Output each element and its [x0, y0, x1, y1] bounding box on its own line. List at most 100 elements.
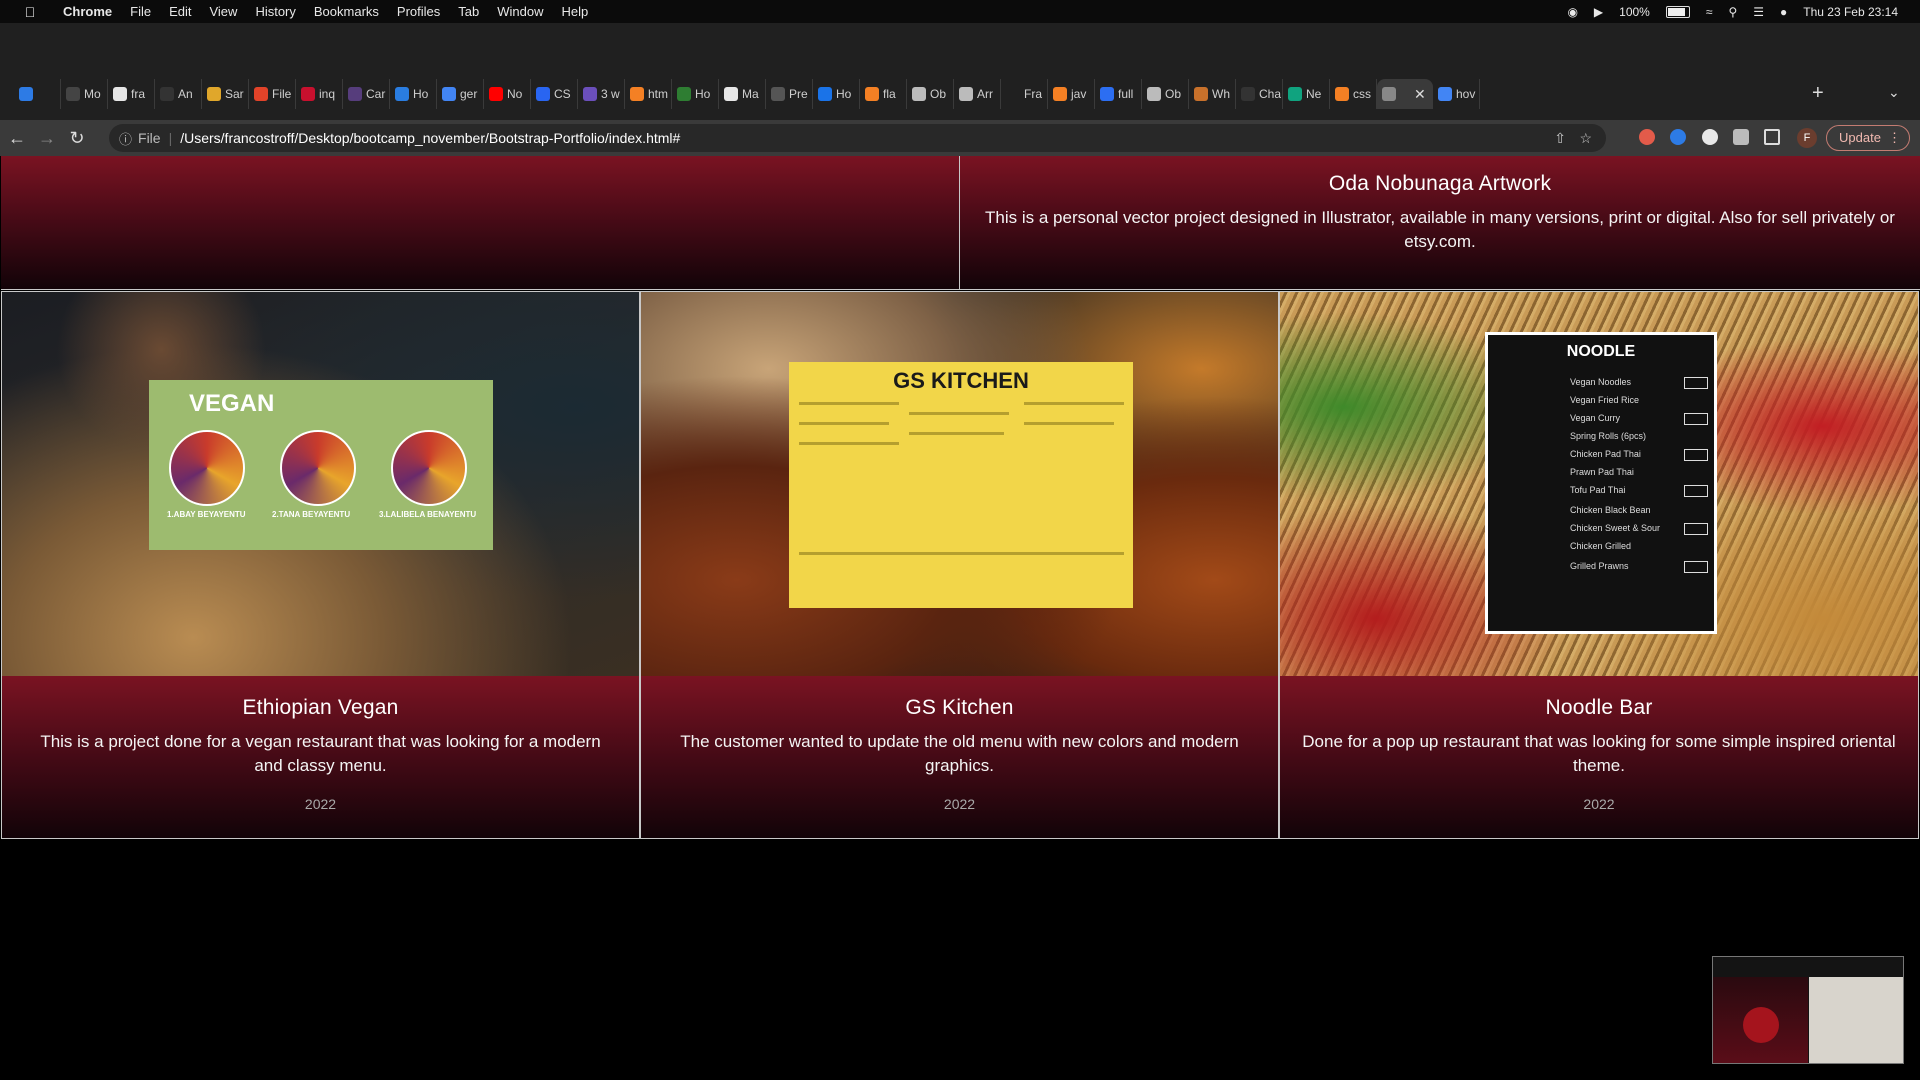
bookmark-star-icon[interactable]: ☆ [1579, 130, 1592, 147]
browser-tab[interactable]: An [155, 79, 202, 109]
clock[interactable]: Thu 23 Feb 23:14 [1803, 5, 1898, 19]
tab-favicon-icon [1100, 87, 1114, 101]
project-description: The customer wanted to update the old me… [680, 732, 1239, 775]
menu-bookmarks[interactable]: Bookmarks [305, 4, 388, 19]
dish-circle [391, 430, 467, 506]
browser-tab[interactable] [14, 79, 61, 109]
menu-item: Grilled Prawns [1570, 561, 1629, 571]
menu-view[interactable]: View [200, 4, 246, 19]
menu-history[interactable]: History [246, 4, 304, 19]
reload-button[interactable]: ↻ [64, 128, 90, 149]
wifi-icon[interactable]: ≈ [1706, 5, 1713, 19]
share-icon[interactable]: ⇧ [1554, 130, 1566, 147]
browser-tab[interactable]: css [1330, 79, 1377, 109]
menu-tab[interactable]: Tab [449, 4, 488, 19]
creative-cloud-icon[interactable]: ◉ [1567, 5, 1577, 19]
browser-tab[interactable]: 3 w [578, 79, 625, 109]
project-card-noodle-bar: NOODLE Vegan Noodles Vegan Fried Rice Ve… [1279, 291, 1919, 839]
tab-title: Ho [695, 87, 711, 101]
tab-favicon-icon [19, 87, 33, 101]
browser-tab[interactable]: ger [437, 79, 484, 109]
browser-tab[interactable]: CS [531, 79, 578, 109]
browser-tab[interactable]: fra [108, 79, 155, 109]
vegan-menu-graphic: VEGAN 1.ABAY BEYAYENTU 2.TANA BEYAYENTU … [149, 380, 493, 550]
browser-tab[interactable]: full [1095, 79, 1142, 109]
browser-tab[interactable]: Pre [766, 79, 813, 109]
puzzle-extensions-icon[interactable] [1733, 129, 1749, 145]
price-box [1684, 485, 1708, 497]
play-icon[interactable]: ▶ [1594, 5, 1603, 19]
dish-name: 2.TANA BEYAYENTU [272, 510, 351, 519]
search-icon[interactable]: ⚲ [1728, 5, 1737, 19]
browser-tab[interactable]: Ho [672, 79, 719, 109]
battery-percent: 100% [1619, 4, 1650, 19]
browser-tab[interactable]: No [484, 79, 531, 109]
side-panel-icon[interactable] [1764, 129, 1780, 145]
screenshot-preview-thumbnail[interactable] [1712, 956, 1904, 1064]
menu-help[interactable]: Help [553, 4, 598, 19]
browser-tab[interactable]: Ma [719, 79, 766, 109]
control-center-icon[interactable]: ☰ [1753, 5, 1764, 19]
tab-title: 3 w [601, 87, 620, 101]
menu-window[interactable]: Window [488, 4, 552, 19]
price-box [1684, 561, 1708, 573]
extension-icon-2[interactable] [1670, 129, 1686, 145]
close-tab-icon[interactable]: ✕ [1414, 86, 1426, 103]
browser-tab[interactable]: ✕ [1377, 79, 1433, 109]
browser-tab[interactable]: Mo [61, 79, 108, 109]
tab-title: Ma [742, 87, 759, 101]
tabs-row: Mo fra An Sar File inq Car Ho ger No CS 3 w htm Ho Ma P… [14, 79, 1480, 109]
menu-edit[interactable]: Edit [160, 4, 200, 19]
url-text[interactable]: /Users/francostroff/Desktop/bootcamp_nov… [180, 130, 680, 146]
project-year: 2022 [943, 796, 976, 812]
browser-tab[interactable]: Wh [1189, 79, 1236, 109]
tab-title: File [272, 87, 292, 101]
extension-icon-1[interactable] [1639, 129, 1655, 145]
address-bar[interactable]: ⓘ File | /Users/francostroff/Desktop/boo… [109, 124, 1606, 152]
extension-icon-3[interactable] [1702, 129, 1718, 145]
back-button[interactable]: ← [4, 128, 30, 149]
browser-tab[interactable]: Ob [1142, 79, 1189, 109]
info-icon[interactable]: ⓘ [119, 129, 132, 148]
menu-profiles[interactable]: Profiles [388, 4, 449, 19]
new-tab-button[interactable]: + [1812, 82, 1824, 105]
app-menus: Chrome File Edit View History Bookmarks … [54, 4, 597, 19]
browser-tab[interactable]: htm [625, 79, 672, 109]
browser-tab[interactable]: fla [860, 79, 907, 109]
browser-tab[interactable]: Ne [1283, 79, 1330, 109]
price-box [1684, 377, 1708, 389]
browser-tab[interactable]: Arr [954, 79, 1001, 109]
siri-icon[interactable]: ● [1780, 5, 1787, 19]
project-description: This is a personal vector project design… [985, 208, 1895, 251]
price-box [1684, 449, 1708, 461]
browser-tab[interactable]: Fra [1001, 79, 1048, 109]
apple-icon[interactable]:  [20, 4, 40, 20]
url-separator: | [168, 130, 173, 146]
browser-tab[interactable]: hov [1433, 79, 1480, 109]
update-button[interactable]: Update ⋮ [1826, 125, 1910, 151]
menu-app-name[interactable]: Chrome [54, 4, 121, 19]
browser-tab[interactable]: inq [296, 79, 343, 109]
browser-tab[interactable]: jav [1048, 79, 1095, 109]
tab-title: CS [554, 87, 571, 101]
tab-search-chevron-icon[interactable]: ⌄ [1888, 84, 1900, 101]
browser-tab[interactable]: Ho [390, 79, 437, 109]
project-title: Ethiopian Vegan [242, 696, 399, 719]
browser-tab[interactable]: Ob [907, 79, 954, 109]
menu-line [1024, 422, 1114, 425]
browser-tab[interactable]: Cha [1236, 79, 1283, 109]
project-title: Noodle Bar [1545, 696, 1653, 719]
tab-title: Ho [413, 87, 429, 101]
browser-tab[interactable]: Car [343, 79, 390, 109]
browser-tab[interactable]: Ho [813, 79, 860, 109]
dish-name: 3.LALIBELA BENAYENTU [379, 510, 477, 519]
browser-tab[interactable]: Sar [202, 79, 249, 109]
browser-tab[interactable]: File [249, 79, 296, 109]
battery-icon[interactable] [1665, 5, 1690, 18]
forward-button[interactable]: → [34, 128, 60, 149]
kebab-menu-icon[interactable]: ⋮ [1888, 126, 1901, 150]
menu-file[interactable]: File [121, 4, 160, 19]
tab-favicon-icon [66, 87, 80, 101]
tab-title: Wh [1212, 87, 1230, 101]
profile-avatar[interactable]: F [1797, 128, 1817, 148]
